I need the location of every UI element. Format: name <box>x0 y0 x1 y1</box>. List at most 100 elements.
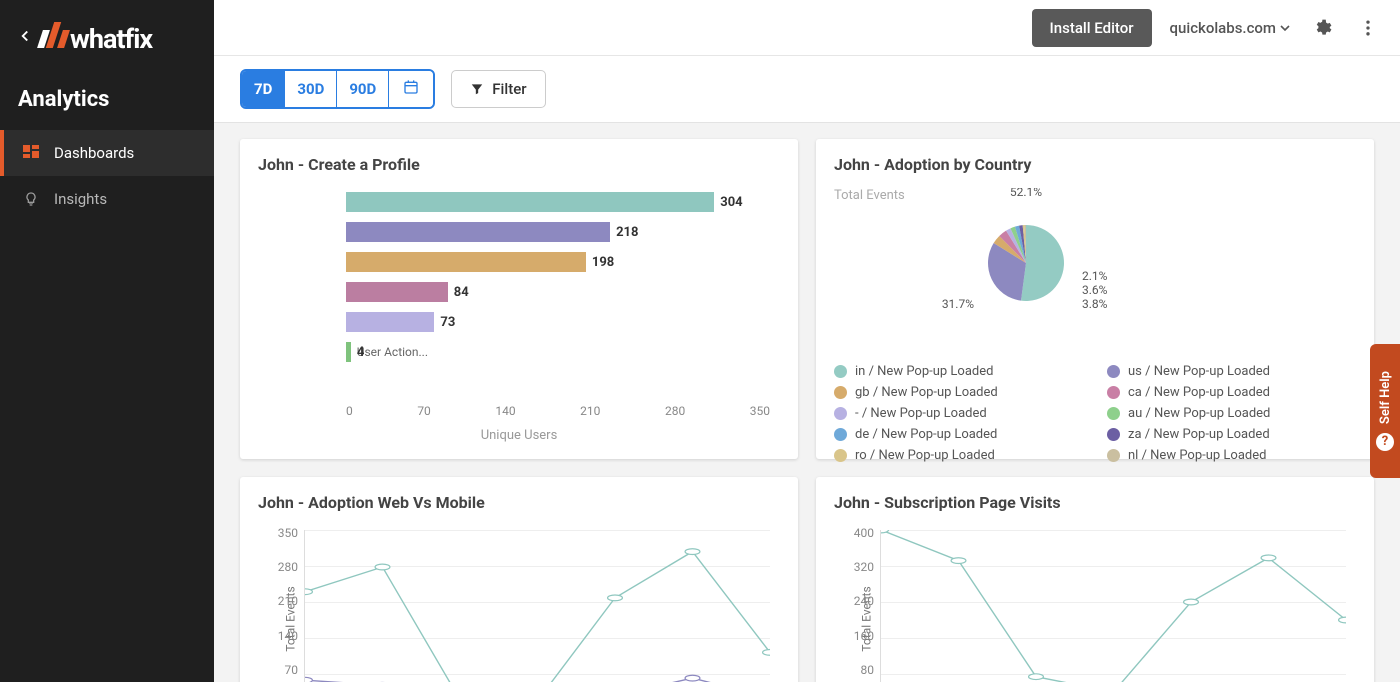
legend-label: - / New Pop-up Loaded <box>855 406 987 421</box>
legend-swatch <box>1107 386 1120 399</box>
legend-label: in / New Pop-up Loaded <box>855 364 993 379</box>
bulb-icon <box>22 190 40 208</box>
filter-button[interactable]: Filter <box>451 70 545 108</box>
card-title: John - Adoption Web Vs Mobile <box>258 493 780 512</box>
pie-percent-label: 3.6% <box>1082 283 1108 297</box>
topbar: Install Editor quickolabs.com <box>214 0 1400 56</box>
line-series <box>881 530 1346 682</box>
line-point <box>608 595 623 601</box>
bar-value-label: 4 <box>351 342 364 362</box>
self-help-label: Self Help <box>1378 371 1393 424</box>
pie-legend: in / New Pop-up Loaded us / New Pop-up Lo… <box>834 364 1356 463</box>
legend-swatch <box>834 365 847 378</box>
bar-chart: User Action...304User Action...218User A… <box>258 188 780 443</box>
bar-row: User Action...198 <box>346 248 770 276</box>
sidebar-item-label: Insights <box>54 190 107 208</box>
y-tick: 350 <box>268 526 298 540</box>
legend-item: za / New Pop-up Loaded <box>1107 427 1356 442</box>
y-tick: 320 <box>844 560 874 574</box>
cards-grid: John - Create a Profile User Action...30… <box>214 123 1400 682</box>
card-title: John - Create a Profile <box>258 155 780 174</box>
bar-value-label: 304 <box>714 192 742 212</box>
y-tick: 70 <box>268 663 298 677</box>
legend-item: nl / New Pop-up Loaded <box>1107 448 1356 463</box>
legend-swatch <box>1107 365 1120 378</box>
legend-item: us / New Pop-up Loaded <box>1107 364 1356 379</box>
bar <box>346 252 586 272</box>
filter-label: Filter <box>492 80 526 98</box>
bar <box>346 192 714 212</box>
bar-row: User Action...304 <box>346 188 770 216</box>
line-point <box>1029 674 1044 680</box>
brand-logo: whatfix <box>40 22 152 55</box>
line-chart: Total Events 400320240160800 <box>834 526 1356 682</box>
sidebar-title: Analytics <box>0 83 214 130</box>
pie-chart: 52.1%31.7%3.8%3.6%2.1% <box>926 188 1126 352</box>
legend-item: in / New Pop-up Loaded <box>834 364 1083 379</box>
pie-percent-label: 31.7% <box>942 297 974 311</box>
line-point <box>685 675 700 681</box>
line-chart: Total Events 350280210140700 <box>258 526 780 682</box>
card-adoption-country: John - Adoption by Country Total Events … <box>816 139 1374 459</box>
x-tick: 280 <box>665 404 685 418</box>
domain-text: quickolabs.com <box>1170 19 1276 37</box>
card-web-vs-mobile: John - Adoption Web Vs Mobile Total Even… <box>240 477 798 682</box>
y-tick: 280 <box>268 560 298 574</box>
legend-swatch <box>834 407 847 420</box>
x-tick: 140 <box>495 404 515 418</box>
bar <box>346 222 610 242</box>
legend-item: de / New Pop-up Loaded <box>834 427 1083 442</box>
line-point <box>1184 599 1199 605</box>
legend-label: ca / New Pop-up Loaded <box>1128 385 1270 400</box>
legend-swatch <box>1107 428 1120 441</box>
range-7d-button[interactable]: 7D <box>242 71 285 107</box>
legend-item: gb / New Pop-up Loaded <box>834 385 1083 400</box>
range-90d-button[interactable]: 90D <box>337 71 389 107</box>
y-tick: 240 <box>844 594 874 608</box>
sidebar-item-insights[interactable]: Insights <box>0 176 214 222</box>
legend-swatch <box>834 449 847 462</box>
domain-dropdown[interactable]: quickolabs.com <box>1170 19 1290 37</box>
more-icon[interactable] <box>1354 14 1382 42</box>
legend-swatch <box>834 428 847 441</box>
card-title: John - Subscription Page Visits <box>834 493 1356 512</box>
sidebar-item-dashboards[interactable]: Dashboards <box>0 130 214 176</box>
y-tick: 400 <box>844 526 874 540</box>
sidebar-item-label: Dashboards <box>54 144 134 162</box>
pie-slice <box>1021 225 1064 301</box>
legend-swatch <box>1107 449 1120 462</box>
bar <box>346 312 434 332</box>
x-tick: 0 <box>346 404 353 418</box>
dashboard-icon <box>22 144 40 162</box>
legend-label: za / New Pop-up Loaded <box>1128 427 1270 442</box>
gear-icon[interactable] <box>1308 14 1336 42</box>
x-axis-label: Unique Users <box>258 428 780 443</box>
legend-swatch <box>1107 407 1120 420</box>
legend-label: us / New Pop-up Loaded <box>1128 364 1270 379</box>
range-30d-button[interactable]: 30D <box>285 71 337 107</box>
self-help-tab[interactable]: Self Help ? <box>1370 344 1400 478</box>
date-range-segmented: 7D 30D 90D <box>240 69 435 109</box>
y-tick: 210 <box>268 594 298 608</box>
y-tick: 160 <box>844 629 874 643</box>
legend-item: ca / New Pop-up Loaded <box>1107 385 1356 400</box>
bar-value-label: 84 <box>448 282 469 302</box>
line-point <box>1339 617 1346 623</box>
line-point <box>305 589 312 595</box>
y-tick: 140 <box>268 629 298 643</box>
filter-bar: 7D 30D 90D Filter <box>214 56 1400 123</box>
range-calendar-button[interactable] <box>389 71 433 107</box>
legend-label: nl / New Pop-up Loaded <box>1128 448 1266 463</box>
legend-item: - / New Pop-up Loaded <box>834 406 1083 421</box>
bar-value-label: 73 <box>434 312 455 332</box>
line-point <box>685 549 700 555</box>
legend-item: ro / New Pop-up Loaded <box>834 448 1083 463</box>
bar <box>346 282 448 302</box>
calendar-icon <box>403 79 419 95</box>
install-editor-button[interactable]: Install Editor <box>1032 9 1152 47</box>
y-tick: 80 <box>844 663 874 677</box>
x-tick: 70 <box>417 404 431 418</box>
bar-row: User Action...73 <box>346 308 770 336</box>
back-icon[interactable] <box>16 26 34 51</box>
sidebar: whatfix Analytics Dashboards Insights <box>0 0 214 682</box>
